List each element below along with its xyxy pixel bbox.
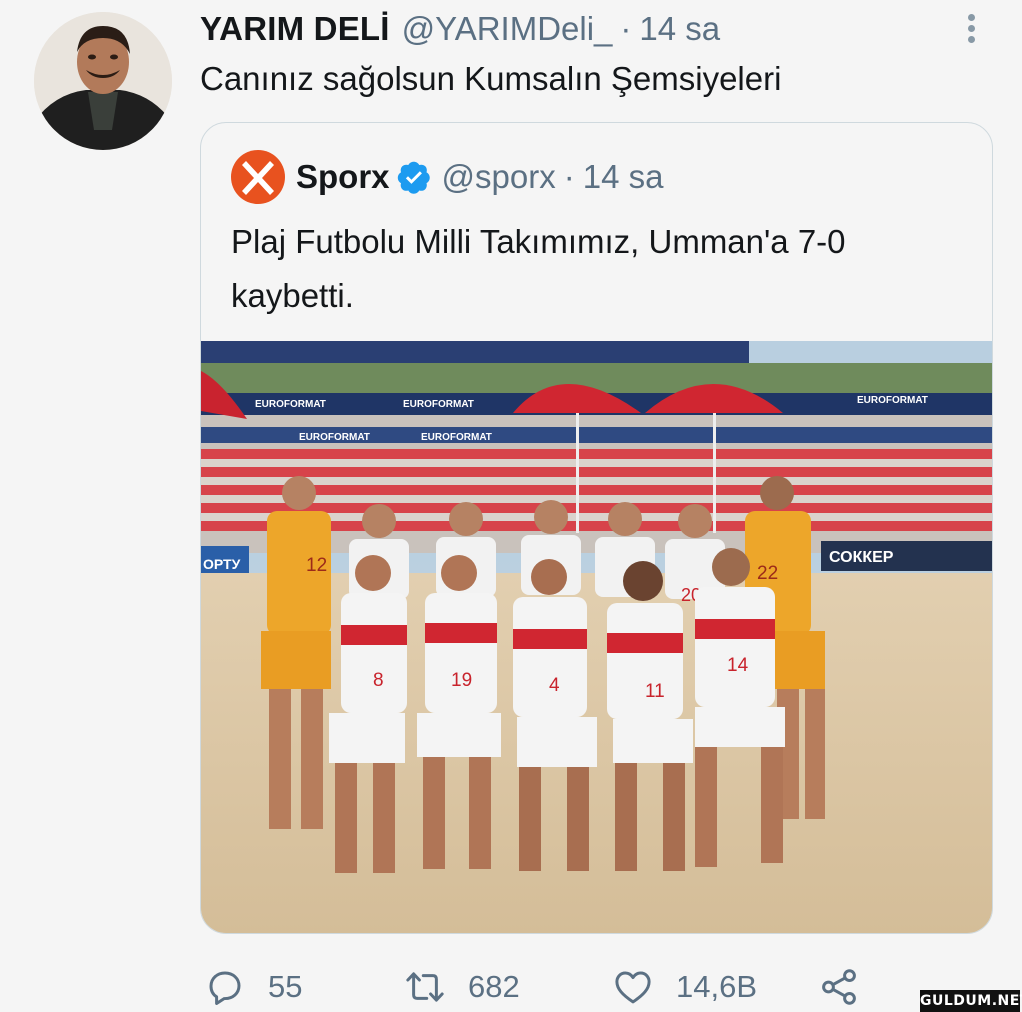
team-photo[interactable]: EUROFORMAT EUROFORMAT EUROFORMAT EUROFOR… [201,341,993,934]
verified-badge-icon [397,161,430,194]
quoted-tweet-time[interactable]: 14 sa [583,158,664,196]
player-number: 4 [549,675,560,696]
tweet-text: Canınız sağolsun Kumsalın Şemsiyeleri [200,60,782,97]
quoted-tweet-card[interactable]: Sporx @sporx · 14 sa Plaj Futbolu Milli … [200,122,993,934]
sporx-logo-icon [242,161,274,195]
quoted-author-handle[interactable]: @sporx [442,158,556,196]
retweet-icon [406,972,444,1002]
player-number: 8 [373,670,384,691]
like-button[interactable]: 14,6B [612,966,757,1008]
reply-count: 55 [268,969,303,1004]
retweet-count: 682 [468,969,520,1004]
author-name[interactable]: YARIM DELİ [200,10,390,48]
tweet-header: YARIM DELİ @YARIMDeli_ · 14 sa [200,10,720,54]
sporx-logo[interactable] [231,150,285,204]
quoted-tweet-text-line: Plaj Futbolu Milli Takımımız, Umman'a 7-… [231,223,846,260]
quoted-tweet-text-line: kaybetti. [231,277,354,314]
quoted-tweet-text: Plaj Futbolu Milli Takımımız, Umman'a 7-… [231,215,991,323]
banner-text: EUROFORMAT [403,399,474,410]
share-button[interactable] [818,966,860,1008]
share-icon [822,969,856,1005]
player-number: 11 [645,681,665,702]
sign-left-text: ОРТУ [203,556,241,572]
banner-text: EUROFORMAT [299,432,370,443]
player-number: 12 [306,555,327,576]
author-avatar[interactable] [34,12,172,150]
player-number: 19 [451,670,472,691]
banner-text: EUROFORMAT [255,399,326,410]
tweet-actions: 55 682 14,6B [0,962,1022,1012]
tweet-time[interactable]: 14 sa [639,10,720,48]
separator-dot: · [620,10,632,47]
retweet-button[interactable]: 682 [404,966,520,1008]
reply-icon [209,971,241,1005]
separator-dot: · [563,158,575,195]
site-watermark: GULDUM.NET [920,990,1022,1012]
more-vertical-icon[interactable] [958,8,986,48]
heart-icon [615,971,651,1004]
sign-right-text: СОККЕР [829,549,894,566]
quoted-tweet-header: Sporx @sporx · 14 sa [231,149,663,205]
player-number: 22 [757,563,778,584]
author-handle[interactable]: @YARIMDeli_ [402,10,613,48]
banner-text: EUROFORMAT [857,395,928,406]
reply-button[interactable]: 55 [204,966,302,1008]
author-avatar-image [34,12,172,150]
banner-text: EUROFORMAT [421,432,492,443]
like-count: 14,6B [676,969,758,1004]
quoted-author-name[interactable]: Sporx [296,158,390,196]
player-number: 14 [727,655,749,676]
